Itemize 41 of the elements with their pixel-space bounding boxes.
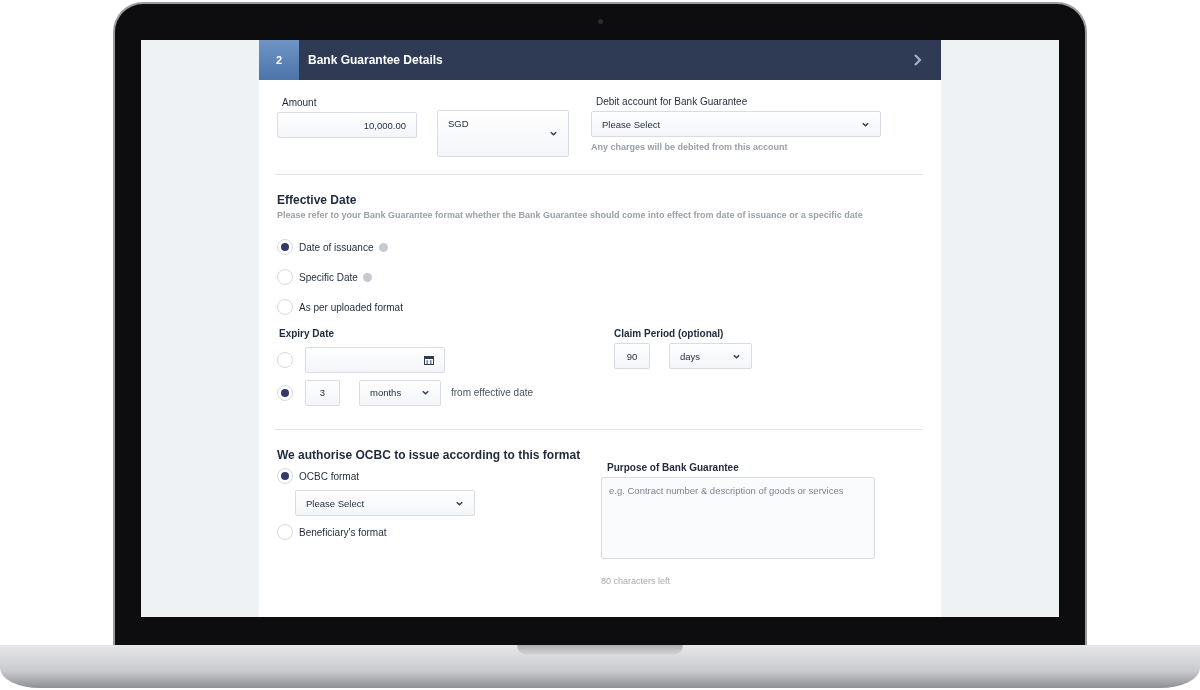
select-field[interactable]: Please Select (591, 111, 881, 137)
radio-label: Specific Date (299, 271, 358, 283)
currency-select[interactable]: SGD (437, 110, 569, 157)
field-label: Expiry Date (279, 328, 336, 339)
section-header[interactable]: 2 Bank Guarantee Details (259, 40, 941, 80)
amount-field[interactable]: 10,000.00 (277, 112, 417, 138)
radio-button[interactable] (277, 468, 293, 484)
radio-button[interactable] (277, 384, 293, 401)
select-field[interactable]: months (359, 379, 441, 406)
select-field[interactable]: days (669, 343, 752, 369)
section-heading: We authorise OCBC to issue according to this format (277, 448, 582, 462)
radio-button[interactable] (277, 299, 293, 315)
step-number: 2 (259, 40, 299, 80)
character-counter: 80 characters left (601, 576, 672, 586)
radio-button[interactable] (277, 269, 293, 285)
section-title: Bank Guarantee Details (308, 53, 444, 67)
field-label: Debit account for Bank Guarantee (596, 96, 749, 107)
description-text: Please refer to your Bank Guarantee format whether the Bank Guarantee should come into effect from date of issuance or a specific date (277, 210, 864, 220)
caret-icon (421, 388, 430, 397)
purpose-textarea[interactable]: e.g. Contract number & description of goods or services (601, 477, 875, 559)
field-label: Amount (282, 97, 318, 108)
radio-button[interactable] (277, 239, 293, 255)
radio-button[interactable] (277, 524, 293, 540)
calendar-icon (424, 354, 434, 365)
hint-text: Any charges will be debited from this account (591, 142, 789, 152)
radio-label: OCBC format (299, 470, 359, 482)
field-label: Claim Period (optional) (614, 328, 725, 339)
camera-dot (598, 19, 603, 24)
caret-icon (549, 129, 558, 138)
select-field[interactable]: Please Select (295, 490, 475, 516)
radio-label: Beneficiary's format (299, 526, 387, 538)
radio-label: As per uploaded format (299, 301, 403, 313)
radio-label: Date of issuance (299, 241, 374, 253)
field-label: Purpose of Bank Guarantee (607, 462, 740, 473)
section-heading: Effective Date (277, 193, 358, 207)
radio-button[interactable] (277, 351, 293, 368)
number-field[interactable]: 90 (614, 343, 650, 369)
number-field[interactable]: 3 (305, 379, 340, 406)
suffix-text: from effective date (451, 387, 534, 398)
chevron-right-icon (913, 53, 923, 67)
date-field[interactable] (305, 346, 445, 373)
